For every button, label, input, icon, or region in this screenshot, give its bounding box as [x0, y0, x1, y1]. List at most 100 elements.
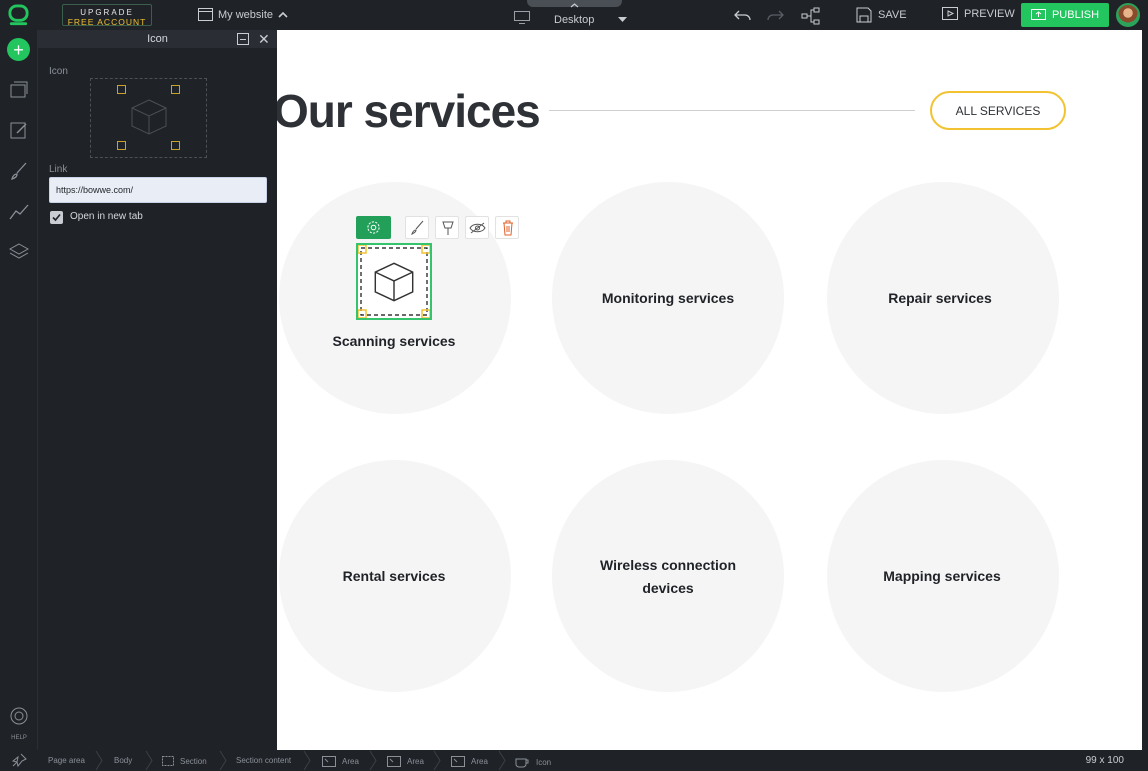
resize-handle — [171, 141, 180, 150]
pin-button[interactable] — [435, 216, 459, 239]
open-new-tab-checkbox[interactable] — [50, 211, 63, 224]
free-account-label: FREE ACCOUNT — [67, 17, 147, 27]
gear-icon — [367, 221, 380, 234]
page-canvas: Our services ALL SERVICES Scanning servi… — [277, 30, 1142, 750]
collapse-topbar-handle[interactable] — [527, 0, 622, 8]
preview-label: PREVIEW — [964, 8, 1015, 20]
breadcrumb-item[interactable]: Body — [114, 756, 132, 765]
area-icon — [451, 756, 465, 767]
link-input[interactable] — [49, 177, 267, 203]
layers-icon[interactable] — [9, 242, 29, 262]
edit-icon[interactable] — [9, 120, 29, 140]
publish-label: PUBLISH — [1051, 9, 1100, 21]
cube-icon — [131, 99, 167, 135]
resize-handle — [171, 85, 180, 94]
caret-down-icon — [618, 17, 628, 22]
resize-handle — [117, 85, 126, 94]
upgrade-label: UPGRADE — [80, 8, 134, 17]
breadcrumb-item[interactable]: Page area — [48, 756, 85, 765]
resize-handle — [117, 141, 126, 150]
help-label: HELP — [11, 735, 27, 741]
icon-preview-box[interactable] — [90, 78, 207, 158]
brush-icon — [411, 220, 424, 235]
title-divider — [549, 110, 915, 111]
properties-panel: Icon ✕ Icon Link Open in new tab — [38, 30, 277, 750]
chevron-right-icon — [303, 750, 311, 771]
sitemap-icon[interactable] — [801, 7, 821, 25]
breadcrumb-item-area[interactable]: Area — [322, 756, 359, 767]
chevron-right-icon — [369, 750, 377, 771]
all-services-button[interactable]: ALL SERVICES — [930, 91, 1066, 130]
top-bar: UPGRADE FREE ACCOUNT My website Desktop … — [0, 0, 1148, 30]
section-icon — [162, 756, 174, 766]
breadcrumb-bar: Page area Body Section Section content A… — [0, 750, 1148, 771]
service-label: Repair services — [888, 290, 992, 306]
chevron-right-icon — [498, 750, 506, 771]
open-new-tab-label: Open in new tab — [70, 211, 143, 222]
service-label: Monitoring services — [601, 290, 735, 306]
area-icon — [322, 756, 336, 767]
panel-header: Icon ✕ — [38, 30, 277, 48]
chevron-right-icon — [95, 750, 103, 771]
website-selector[interactable]: My website — [198, 8, 288, 21]
publish-button[interactable]: PUBLISH — [1021, 3, 1109, 27]
breadcrumb-item-section[interactable]: Section — [162, 756, 207, 766]
eye-off-icon — [469, 222, 486, 234]
floppy-disk-icon — [856, 7, 872, 23]
element-size-readout: 99 x 100 — [1085, 755, 1124, 766]
preview-icon — [942, 7, 958, 20]
cup-icon — [515, 758, 529, 768]
user-avatar[interactable] — [1116, 3, 1140, 27]
website-name: My website — [218, 8, 274, 21]
close-icon[interactable]: ✕ — [258, 30, 270, 48]
section-title[interactable]: Our services — [277, 84, 541, 138]
publish-icon — [1030, 8, 1046, 20]
minimize-icon[interactable] — [237, 33, 249, 45]
pages-icon[interactable] — [9, 80, 29, 100]
add-element-button[interactable]: + — [7, 38, 30, 61]
brush-icon[interactable] — [9, 161, 29, 181]
selected-icon-element[interactable] — [356, 243, 432, 320]
chevron-right-icon — [433, 750, 441, 771]
checkmark-icon — [52, 213, 61, 222]
breadcrumb-label: Area — [342, 757, 359, 766]
breadcrumb-label: Area — [471, 757, 488, 766]
breadcrumb-item-area[interactable]: Area — [387, 756, 424, 767]
breadcrumb-item-area[interactable]: Area — [451, 756, 488, 767]
breadcrumb-item-icon[interactable]: Icon — [515, 756, 551, 768]
breadcrumb-label: Area — [407, 757, 424, 766]
chevron-right-icon — [145, 750, 153, 771]
device-selector[interactable]: Desktop — [514, 8, 628, 26]
undo-icon[interactable] — [734, 7, 752, 23]
breadcrumb-label: Section — [180, 756, 207, 766]
preview-button[interactable]: PREVIEW — [942, 7, 1015, 21]
settings-button[interactable] — [356, 216, 391, 239]
breadcrumb-item[interactable]: Section content — [236, 756, 291, 765]
app-logo-icon[interactable] — [7, 4, 30, 27]
pin-icon[interactable] — [11, 753, 27, 768]
hide-button[interactable] — [465, 216, 489, 239]
service-label: Rental services — [342, 568, 446, 584]
canvas-scrollbar[interactable] — [1142, 30, 1148, 750]
link-field-label: Link — [49, 164, 68, 175]
delete-button[interactable] — [495, 216, 519, 239]
icon-field-label: Icon — [49, 66, 68, 77]
analytics-icon[interactable] — [9, 202, 29, 222]
window-icon — [198, 8, 213, 21]
trash-icon — [503, 220, 513, 236]
service-label: Wireless connection devices — [599, 557, 737, 596]
cube-icon — [374, 262, 414, 302]
device-label: Desktop — [554, 14, 595, 26]
redo-icon[interactable] — [766, 7, 784, 23]
pin-icon — [442, 221, 454, 235]
save-button[interactable]: SAVE — [856, 7, 907, 23]
desktop-icon — [514, 10, 530, 24]
help-lifebuoy-icon[interactable] — [9, 706, 29, 726]
left-toolbar: + HELP — [0, 30, 38, 750]
style-button[interactable] — [405, 216, 429, 239]
service-label: Mapping services — [883, 568, 1001, 584]
editor-app: UPGRADE FREE ACCOUNT My website Desktop … — [0, 0, 1148, 771]
breadcrumb-label: Icon — [536, 757, 552, 767]
area-icon — [387, 756, 401, 767]
upgrade-button[interactable]: UPGRADE FREE ACCOUNT — [62, 4, 152, 27]
